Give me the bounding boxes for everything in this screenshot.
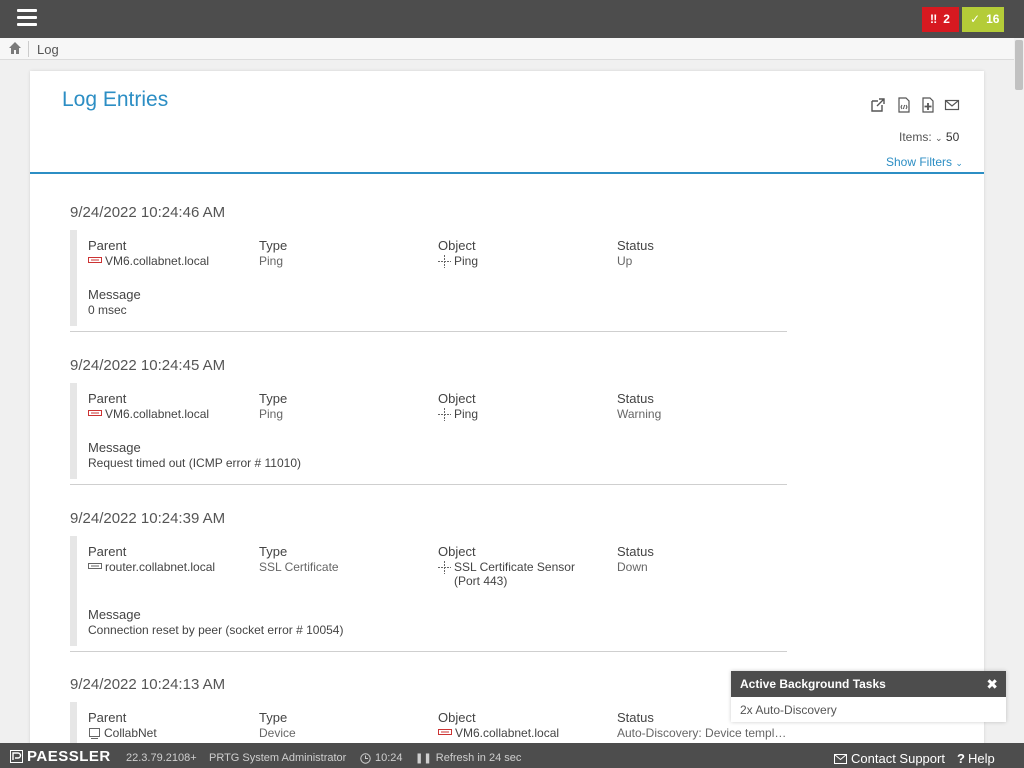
entry-status: Warning (617, 407, 662, 421)
footer-bar: PAESSLER 22.3.79.2108+ PRTG System Admin… (0, 743, 1024, 768)
entry-object[interactable]: SSL Certificate Sensor (Port 443) (438, 560, 588, 588)
entry-type: Device (259, 726, 296, 740)
entry-status: Auto-Discovery: Device templ… (617, 726, 787, 740)
alert-icon: ‼ (930, 12, 938, 26)
object-label: Object (438, 238, 476, 253)
entry-details: Parent VM6.collabnet.local Type Ping Obj… (70, 383, 787, 479)
entry-type: SSL Certificate (259, 560, 339, 574)
status-label: Status (617, 391, 654, 406)
breadcrumb-current: Log (37, 42, 59, 57)
object-label: Object (438, 544, 476, 559)
entry-timestamp: 9/24/2022 10:24:13 AM (70, 676, 226, 693)
entry-divider (70, 651, 787, 652)
device-icon (88, 410, 102, 416)
type-label: Type (259, 544, 288, 559)
sensor-icon (438, 561, 451, 574)
external-link-icon[interactable] (870, 97, 886, 113)
type-label: Type (259, 710, 288, 725)
breadcrumb: Log (0, 38, 1014, 60)
log-entry: 9/24/2022 10:24:45 AM Parent VM6.collabn… (70, 357, 787, 479)
help-link[interactable]: ? Help (957, 751, 995, 766)
entry-divider (70, 331, 787, 332)
sensor-icon (438, 255, 451, 268)
clock: 10:24 (360, 752, 403, 764)
device-icon (88, 257, 102, 263)
pause-icon: ❚❚ (415, 752, 432, 764)
show-filters-link[interactable]: Show Filters ⌄ (886, 155, 963, 169)
chevron-down-icon: ⌄ (935, 133, 943, 143)
entry-type: Ping (259, 254, 284, 268)
status-label: Status (617, 238, 654, 253)
check-icon: ✓ (970, 12, 981, 26)
entry-type: Ping (259, 407, 284, 421)
log-entry: 9/24/2022 10:24:46 AM Parent VM6.collabn… (70, 204, 787, 326)
close-icon[interactable]: ✖ (986, 671, 998, 697)
chevron-down-icon: ⌄ (955, 158, 963, 168)
status-label: Status (617, 544, 654, 559)
paessler-icon (10, 750, 23, 763)
probe-icon (89, 728, 100, 739)
up-sensors-badge[interactable]: ✓ 16 (962, 7, 1004, 32)
entry-parent[interactable]: VM6.collabnet.local (88, 254, 209, 268)
entry-status: Down (617, 560, 648, 574)
xml-icon[interactable] (896, 97, 912, 113)
message-label: Message (88, 607, 141, 622)
email-icon (834, 753, 847, 764)
down-alarms-badge[interactable]: ‼ 2 (922, 7, 959, 32)
entry-timestamp: 9/24/2022 10:24:39 AM (70, 510, 226, 527)
home-icon[interactable] (8, 41, 22, 55)
sensor-icon (438, 408, 451, 421)
parent-label: Parent (88, 238, 127, 253)
log-entries-panel: Log Entries Items: ⌄ 50 Show Filters ⌄ 9… (30, 71, 984, 768)
message-label: Message (88, 440, 141, 455)
log-entry: 9/24/2022 10:24:39 AM Parent router.coll… (70, 510, 787, 646)
parent-label: Parent (88, 544, 127, 559)
scroll-thumb[interactable] (1015, 40, 1023, 90)
refresh-toggle[interactable]: ❚❚ Refresh in 24 sec (415, 752, 521, 764)
entry-object[interactable]: VM6.collabnet.local (438, 726, 559, 740)
page-title: Log Entries (62, 88, 169, 111)
contact-support-link[interactable]: Contact Support (834, 751, 945, 766)
type-label: Type (259, 238, 288, 253)
email-icon[interactable] (944, 97, 960, 113)
parent-label: Parent (88, 391, 127, 406)
items-per-page[interactable]: Items: ⌄ 50 (899, 130, 959, 144)
entry-timestamp: 9/24/2022 10:24:46 AM (70, 204, 226, 221)
task-item[interactable]: 2x Auto-Discovery (731, 697, 1006, 723)
entry-object[interactable]: Ping (438, 254, 478, 268)
entry-parent[interactable]: router.collabnet.local (88, 560, 215, 574)
help-icon: ? (957, 751, 965, 766)
breadcrumb-separator (28, 41, 29, 57)
items-value: 50 (945, 130, 960, 144)
type-label: Type (259, 391, 288, 406)
page-scrollbar[interactable] (1014, 38, 1024, 742)
entry-object[interactable]: Ping (438, 407, 478, 421)
background-tasks-panel: Active Background Tasks ✖ 2x Auto-Discov… (731, 671, 1006, 722)
hamburger-icon[interactable] (17, 9, 37, 27)
entry-details: Parent VM6.collabnet.local Type Ping Obj… (70, 230, 787, 326)
entry-parent[interactable]: CollabNet (88, 726, 157, 740)
parent-label: Parent (88, 710, 127, 725)
entry-message: Request timed out (ICMP error # 11010) (88, 456, 301, 470)
entry-details: Parent router.collabnet.local Type SSL C… (70, 536, 787, 646)
clock-icon (360, 752, 371, 764)
header-divider (30, 172, 984, 174)
version-text: 22.3.79.2108+ (126, 752, 197, 764)
entry-parent[interactable]: VM6.collabnet.local (88, 407, 209, 421)
entry-divider (70, 484, 787, 485)
message-label: Message (88, 287, 141, 302)
device-icon (438, 729, 452, 735)
object-label: Object (438, 391, 476, 406)
entry-timestamp: 9/24/2022 10:24:45 AM (70, 357, 226, 374)
top-bar: ‼ 2 ✓ 16 (0, 0, 1024, 38)
entry-status: Up (617, 254, 633, 268)
object-label: Object (438, 710, 476, 725)
device-icon (88, 563, 102, 569)
user-text[interactable]: PRTG System Administrator (209, 752, 346, 764)
paessler-logo[interactable]: PAESSLER (10, 748, 111, 765)
csv-icon[interactable] (920, 97, 936, 113)
entry-message: 0 msec (88, 303, 127, 317)
entry-message: Connection reset by peer (socket error #… (88, 623, 344, 637)
tasks-header: Active Background Tasks ✖ (731, 671, 1006, 697)
